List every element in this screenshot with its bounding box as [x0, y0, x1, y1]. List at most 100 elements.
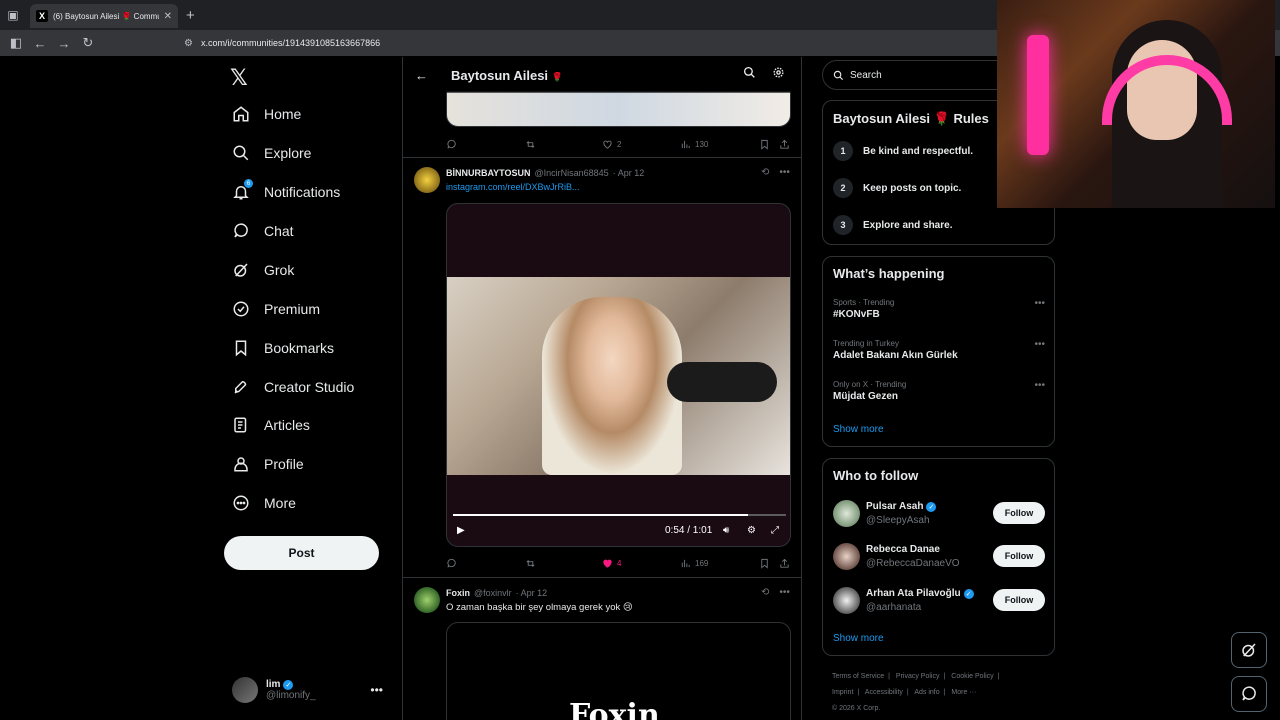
show-more-link[interactable]: Show more — [833, 424, 884, 435]
follow-button[interactable]: Follow — [993, 502, 1045, 524]
more-dots-icon[interactable]: ••• — [1034, 339, 1045, 350]
video-player[interactable]: ▶ 0:54 / 1:01 🔊︎ ⚙ ⤢ — [446, 203, 791, 547]
nav-premium[interactable]: Premium — [232, 294, 320, 324]
footer-link[interactable]: Accessibility — [865, 689, 903, 696]
previous-post-media[interactable] — [446, 91, 791, 127]
nav-creator-studio[interactable]: Creator Studio — [232, 372, 354, 402]
like-count: 2 — [617, 139, 622, 149]
footer-link[interactable]: Terms of Service — [832, 673, 884, 680]
bookmark-icon[interactable] — [759, 558, 770, 569]
tweet-date[interactable]: · Apr 12 — [613, 168, 645, 178]
nav-explore[interactable]: Explore — [232, 138, 311, 168]
more-dots-icon[interactable]: ••• — [779, 587, 790, 598]
author-handle[interactable]: @foxinvlr — [474, 588, 512, 598]
url-field[interactable]: ⚙ x.com/i/communities/191439108516366786… — [176, 33, 996, 53]
community-header: ← Baytosun Ailesi 🌹 — [403, 57, 801, 93]
follow-suggestion[interactable]: Rebecca Danae @RebeccaDanaeVO Follow — [833, 542, 1045, 572]
user-handle: @RebeccaDanaeVO — [866, 558, 960, 569]
forward-arrow-icon[interactable]: → — [52, 30, 76, 56]
bookmark-icon — [232, 339, 250, 357]
grok-float-button[interactable] — [1231, 632, 1267, 668]
follow-button[interactable]: Follow — [993, 545, 1045, 567]
nav-profile[interactable]: Profile — [232, 449, 304, 479]
trend-item[interactable]: Only on X · Trending Müjdat Gezen ••• — [833, 380, 1045, 402]
author-handle[interactable]: @IncirNisan68845 — [535, 168, 609, 178]
gear-icon[interactable] — [772, 66, 785, 84]
author-name[interactable]: BİNNURBAYTOSUN — [446, 168, 531, 178]
search-icon[interactable] — [743, 66, 756, 84]
sidebar-toggle-icon[interactable]: ◧ — [4, 30, 28, 56]
footer-link[interactable]: Ads info — [914, 689, 939, 696]
site-info-icon[interactable]: ⚙ — [184, 38, 193, 49]
footer-link[interactable]: Cookie Policy — [951, 673, 993, 680]
views-stat[interactable]: 169 — [680, 558, 708, 569]
search-icon — [232, 144, 250, 162]
rule-number: 3 — [833, 215, 853, 235]
nav-label: Grok — [264, 262, 295, 278]
reply-icon[interactable] — [446, 558, 457, 569]
author-name[interactable]: Foxin — [446, 588, 470, 598]
nav-grok[interactable]: Grok — [232, 255, 294, 285]
nav-label: Notifications — [264, 184, 341, 200]
rule-item[interactable]: 3 Explore and share. — [833, 215, 952, 235]
nav-chat[interactable]: Chat — [232, 216, 294, 246]
share-icon[interactable] — [779, 139, 790, 150]
more-dots-icon[interactable]: ••• — [779, 167, 790, 178]
reply-icon[interactable] — [446, 139, 457, 150]
nav-articles[interactable]: Articles — [232, 410, 310, 440]
rule-item[interactable]: 2 Keep posts on topic. — [833, 178, 961, 198]
follow-button[interactable]: Follow — [993, 589, 1045, 611]
fullscreen-icon[interactable]: ⤢ — [771, 525, 779, 536]
rose-emoji: 🌹 — [551, 71, 563, 82]
nav-home[interactable]: Home — [232, 99, 301, 129]
reload-icon[interactable]: ↻ — [76, 30, 100, 56]
play-icon[interactable]: ▶ — [457, 525, 465, 536]
repost-icon[interactable] — [525, 558, 536, 569]
video-progress-bar[interactable] — [453, 514, 786, 516]
footer-link[interactable]: Privacy Policy — [896, 673, 940, 680]
like-button[interactable]: 2 — [602, 139, 621, 150]
more-dots-icon[interactable]: ••• — [1034, 380, 1045, 391]
nav-bookmarks[interactable]: Bookmarks — [232, 333, 334, 363]
new-tab-plus-icon[interactable]: + — [186, 7, 195, 24]
who-to-follow-card: Who to follow Pulsar Asah ✓ @SleepyAsah F… — [822, 458, 1055, 656]
x-logo-icon[interactable]: 𝕏 — [230, 65, 248, 91]
rule-item[interactable]: 1 Be kind and respectful. — [833, 141, 973, 161]
rule-number: 1 — [833, 141, 853, 161]
messages-float-button[interactable] — [1231, 676, 1267, 712]
avatar[interactable] — [414, 587, 440, 613]
volume-icon[interactable]: 🔊︎ — [723, 525, 729, 536]
tweet-date[interactable]: · Apr 12 — [516, 588, 548, 598]
like-button[interactable]: 4 — [602, 558, 621, 569]
video-progress-fill — [453, 514, 748, 516]
avatar[interactable] — [414, 167, 440, 193]
follow-suggestion[interactable]: Pulsar Asah ✓ @SleepyAsah Follow — [833, 499, 1045, 529]
account-switcher[interactable]: lim ✓ @limonify_ ••• — [232, 675, 397, 705]
repost-icon[interactable] — [525, 139, 536, 150]
show-more-link[interactable]: Show more — [833, 633, 884, 644]
tab-search-icon[interactable]: ▣ — [0, 0, 26, 30]
footer-link[interactable]: More ··· — [951, 689, 976, 696]
trend-item[interactable]: Sports · Trending #KONvFB ••• — [833, 298, 1045, 320]
more-dots-icon[interactable]: ••• — [370, 683, 383, 697]
browser-tab[interactable]: X (6) Baytosun Ailesi 🌹 Commun ✕ — [30, 4, 178, 28]
nav-notifications[interactable]: 6 Notifications — [232, 177, 340, 207]
footer-link[interactable]: Imprint — [832, 689, 853, 696]
tweet-link[interactable]: instagram.com/reel/DXBwJrRiB... — [446, 182, 580, 192]
post-button[interactable]: Post — [224, 536, 379, 570]
share-icon[interactable] — [779, 558, 790, 569]
views-stat[interactable]: 130 — [680, 139, 708, 150]
nav-more[interactable]: More — [232, 488, 296, 518]
close-icon[interactable]: ✕ — [164, 11, 172, 22]
grok-icon[interactable]: ⟲ — [761, 587, 769, 598]
bookmark-icon[interactable] — [759, 139, 770, 150]
back-arrow-icon[interactable]: ← — [415, 68, 428, 83]
back-arrow-icon[interactable]: ← — [28, 30, 52, 56]
more-dots-icon[interactable]: ••• — [1034, 298, 1045, 309]
tweet-media[interactable]: Foxin — [446, 622, 791, 720]
views-count: 169 — [695, 558, 709, 568]
settings-icon[interactable]: ⚙ — [747, 525, 756, 536]
follow-suggestion[interactable]: Arhan Ata Pilavoğlu ✓ @aarhanata Follow — [833, 586, 1045, 616]
grok-icon[interactable]: ⟲ — [761, 167, 769, 178]
trend-item[interactable]: Trending in Turkey Adalet Bakanı Akın Gü… — [833, 339, 1045, 361]
